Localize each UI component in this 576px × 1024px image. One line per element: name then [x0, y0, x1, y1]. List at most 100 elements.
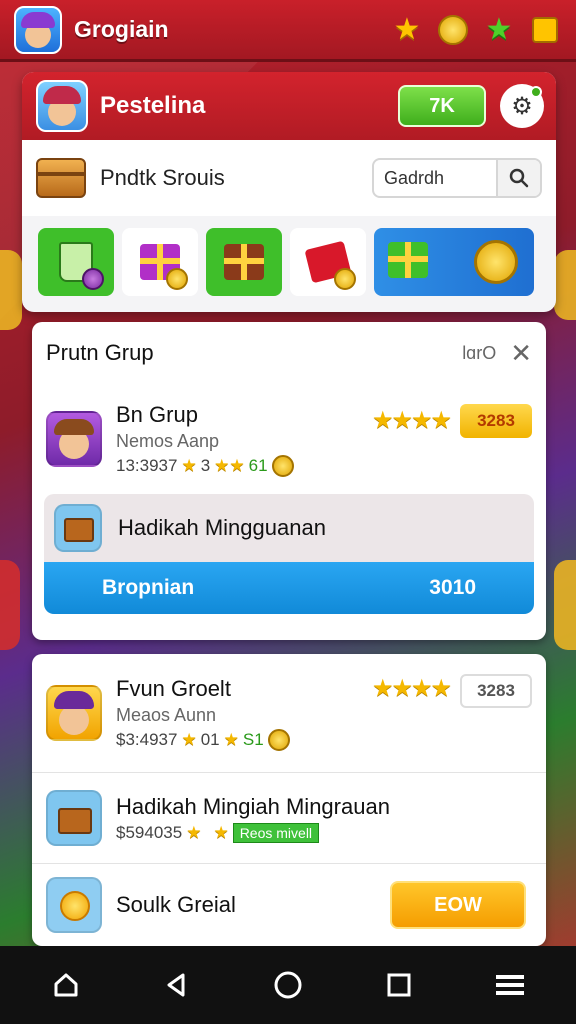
search-input[interactable] [374, 167, 496, 189]
group-member-row[interactable]: Bn Grup Nemos Aanp 13:3937 ★ 3 ★★ 61 ★★★… [32, 384, 546, 494]
star-icon: ★ [223, 729, 239, 749]
search-button[interactable] [496, 160, 540, 196]
recents-icon[interactable] [377, 963, 421, 1007]
member-meta: 13:3937 ★ 3 ★★ 61 [116, 454, 294, 477]
bg-tile-right-2 [554, 560, 576, 650]
avatar-hat [21, 11, 55, 28]
shop-item-cup-coin[interactable] [38, 228, 114, 296]
item-text: Soulk Greial [116, 892, 236, 918]
search-box [372, 158, 542, 198]
search-label: Pndtk Srouis [100, 165, 225, 190]
star-icon: ★ [213, 822, 229, 842]
progress-right-value: 3010 [429, 576, 476, 599]
member-face [59, 705, 89, 735]
progress-bar[interactable]: Bropnian 3010 [44, 562, 534, 614]
notification-dot [530, 86, 542, 98]
top-icons: ★ ★ [390, 13, 562, 47]
tools-label[interactable]: lɑrO [462, 343, 496, 364]
navigation-bar [0, 946, 576, 1024]
group-card: Prutn Grup lɑrO ✕ Bn Grup Nemos Aanp 13:… [32, 322, 546, 640]
back-icon[interactable] [155, 963, 199, 1007]
item-meta-a: 01 [200, 729, 220, 749]
item-text: Hadikah Mingiah Mingrauan $594035 ★ ★ Re… [116, 794, 390, 843]
star-icon: ★ [181, 729, 197, 749]
member-avatar [46, 411, 102, 467]
item-name: Fvun Groelt [116, 675, 231, 701]
member-text: Bn Grup Nemos Aanp 13:3937 ★ 3 ★★ 61 [116, 402, 294, 477]
member-rating-stars: ★★★★ [371, 407, 452, 434]
coin-icon [267, 728, 290, 751]
home-icon[interactable] [44, 963, 88, 1007]
store-panel: Pestelina 7K ⚙ Pndtk Srouis [22, 72, 556, 312]
chest-body [64, 518, 94, 542]
member-meta-b: 61 [248, 455, 268, 475]
shop-item-red-envelope[interactable] [290, 228, 366, 296]
member-badge[interactable]: 3283 [460, 404, 532, 438]
gear-icon: ⚙ [511, 92, 533, 120]
list-item[interactable]: Fvun Groelt Meaos Aunn $3:4937 ★ 01 ★ S1… [32, 654, 546, 772]
star-icon: ★ [186, 822, 202, 842]
item-badge[interactable]: 3283 [460, 674, 532, 708]
member-hat [54, 691, 94, 709]
chest-icon [36, 158, 86, 198]
settings-button[interactable]: ⚙ [500, 84, 544, 128]
item-meta: $3:4937 ★ 01 ★ S1 [116, 728, 290, 751]
member-name: Bn Grup [116, 401, 198, 427]
chest-icon [54, 504, 102, 552]
member-meta-value: 13:3937 [116, 455, 178, 475]
mission-name: Hadikah Mingguanan [118, 515, 326, 540]
item-name: Hadikah Mingiah Mingrauan [116, 793, 390, 819]
member-avatar [46, 685, 102, 741]
brown-gift-icon [224, 244, 264, 280]
member-meta-a: 3 [200, 455, 211, 475]
action-button[interactable]: EOW [390, 881, 526, 929]
group-card-header: Prutn Grup lɑrO ✕ [32, 322, 546, 384]
close-icon[interactable]: ✕ [510, 338, 532, 369]
smiley-coin-icon[interactable] [436, 13, 470, 47]
member-sub: Nemos Aanp [116, 430, 220, 451]
card-tools: lɑrO ✕ [462, 338, 532, 369]
item-meta: $594035 ★ ★ Reos mivell [116, 822, 390, 843]
shop-item-gift-pile[interactable] [374, 228, 534, 296]
item-meta-b: S1 [242, 729, 264, 749]
search-icon [509, 168, 529, 188]
menu-icon[interactable] [488, 963, 532, 1007]
coin-icon [166, 268, 188, 290]
shop-row [22, 216, 556, 308]
green-star-icon[interactable]: ★ [482, 13, 516, 47]
item-meta-value: $594035 [116, 822, 183, 842]
item-text: Fvun Groelt Meaos Aunn $3:4937 ★ 01 ★ S1 [116, 676, 290, 751]
coin-icon [82, 268, 104, 290]
shop-item-brown-gift[interactable] [206, 228, 282, 296]
profile-avatar[interactable] [36, 80, 88, 132]
green-gift-icon [388, 242, 428, 278]
bg-tile-left [0, 250, 22, 330]
weekly-mission-row[interactable]: Hadikah Mingguanan [44, 494, 534, 562]
coin-balance-button[interactable]: 7K [398, 85, 486, 127]
bg-tile-left-2 [0, 560, 20, 650]
progress-left-label: Bropnian [102, 576, 195, 599]
shop-item-purple-gift[interactable] [122, 228, 198, 296]
list-card: Fvun Groelt Meaos Aunn $3:4937 ★ 01 ★ S1… [32, 654, 546, 946]
app-title: Grogiain [74, 16, 169, 42]
panel-header: Pestelina 7K ⚙ [22, 72, 556, 140]
green-tag: Reos mivell [232, 822, 320, 843]
coin-stack-icon [474, 240, 518, 284]
group-card-title: Prutn Grup [46, 340, 154, 365]
member-hair [54, 419, 94, 435]
profile-hat [43, 86, 81, 104]
list-item[interactable]: Soulk Greial EOW [32, 864, 546, 946]
circle-home-icon[interactable] [266, 963, 310, 1007]
sun-face [60, 891, 90, 921]
coin-icon [271, 454, 294, 477]
item-rating-stars: ★★★★ [371, 675, 452, 702]
panel-title: Pestelina [100, 92, 206, 119]
bg-tile-right [554, 250, 576, 320]
app-avatar[interactable] [14, 5, 62, 54]
item-sub: Meaos Aunn [116, 704, 217, 725]
star-icon[interactable]: ★ [390, 13, 424, 47]
top-bar: Grogiain ★ ★ [0, 0, 576, 62]
list-item[interactable]: Hadikah Mingiah Mingrauan $594035 ★ ★ Re… [32, 773, 546, 863]
star-icon: ★ [181, 455, 197, 475]
gift-badge-icon[interactable] [528, 13, 562, 47]
